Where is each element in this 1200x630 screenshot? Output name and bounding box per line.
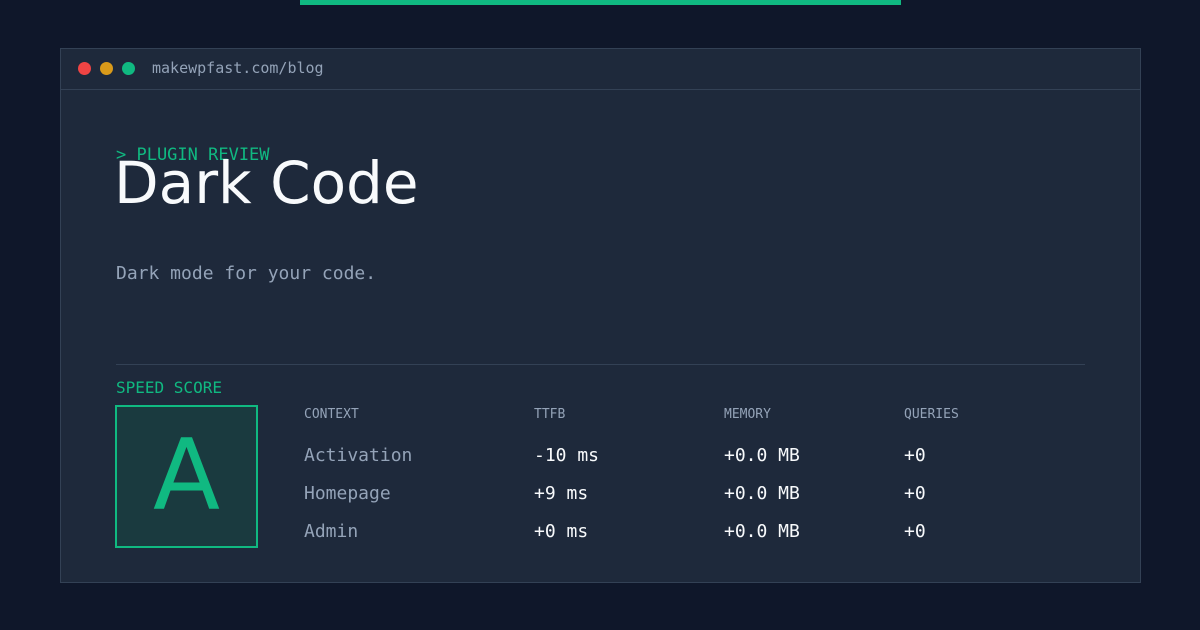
column-header-ttfb: TTFB [534, 407, 566, 422]
column-header-context: CONTEXT [304, 407, 359, 422]
minimize-window-dot[interactable] [100, 62, 113, 75]
row-queries-activation: +0 [904, 445, 926, 466]
row-ttfb-activation: -10 ms [534, 445, 600, 466]
row-memory-homepage: +0.0 MB [724, 483, 800, 504]
close-window-dot[interactable] [78, 62, 91, 75]
row-queries-admin: +0 [904, 521, 926, 542]
speed-score-label: SPEED SCORE [116, 378, 222, 397]
speed-grade: A [152, 419, 221, 533]
url-label: makewpfast.com/blog [152, 59, 324, 77]
row-memory-admin: +0.0 MB [724, 521, 800, 542]
column-header-memory: MEMORY [724, 407, 771, 422]
column-header-queries: QUERIES [904, 407, 959, 422]
post-title: Dark Code [114, 149, 419, 217]
row-context-homepage: Homepage [304, 483, 391, 504]
maximize-window-dot[interactable] [122, 62, 135, 75]
row-queries-homepage: +0 [904, 483, 926, 504]
top-accent-bar [300, 0, 901, 5]
row-context-activation: Activation [304, 445, 413, 466]
row-context-admin: Admin [304, 521, 359, 542]
metrics-table: CONTEXT TTFB MEMORY QUERIES Activation -… [304, 404, 1084, 564]
window-titlebar: makewpfast.com/blog [61, 49, 1140, 90]
row-memory-activation: +0.0 MB [724, 445, 800, 466]
post-subtitle: Dark mode for your code. [116, 263, 377, 284]
browser-window: makewpfast.com/blog > PLUGIN REVIEW Dark… [60, 48, 1141, 583]
row-ttfb-admin: +0 ms [534, 521, 589, 542]
row-ttfb-homepage: +9 ms [534, 483, 589, 504]
section-divider [116, 364, 1085, 365]
speed-grade-box: A [115, 405, 258, 548]
